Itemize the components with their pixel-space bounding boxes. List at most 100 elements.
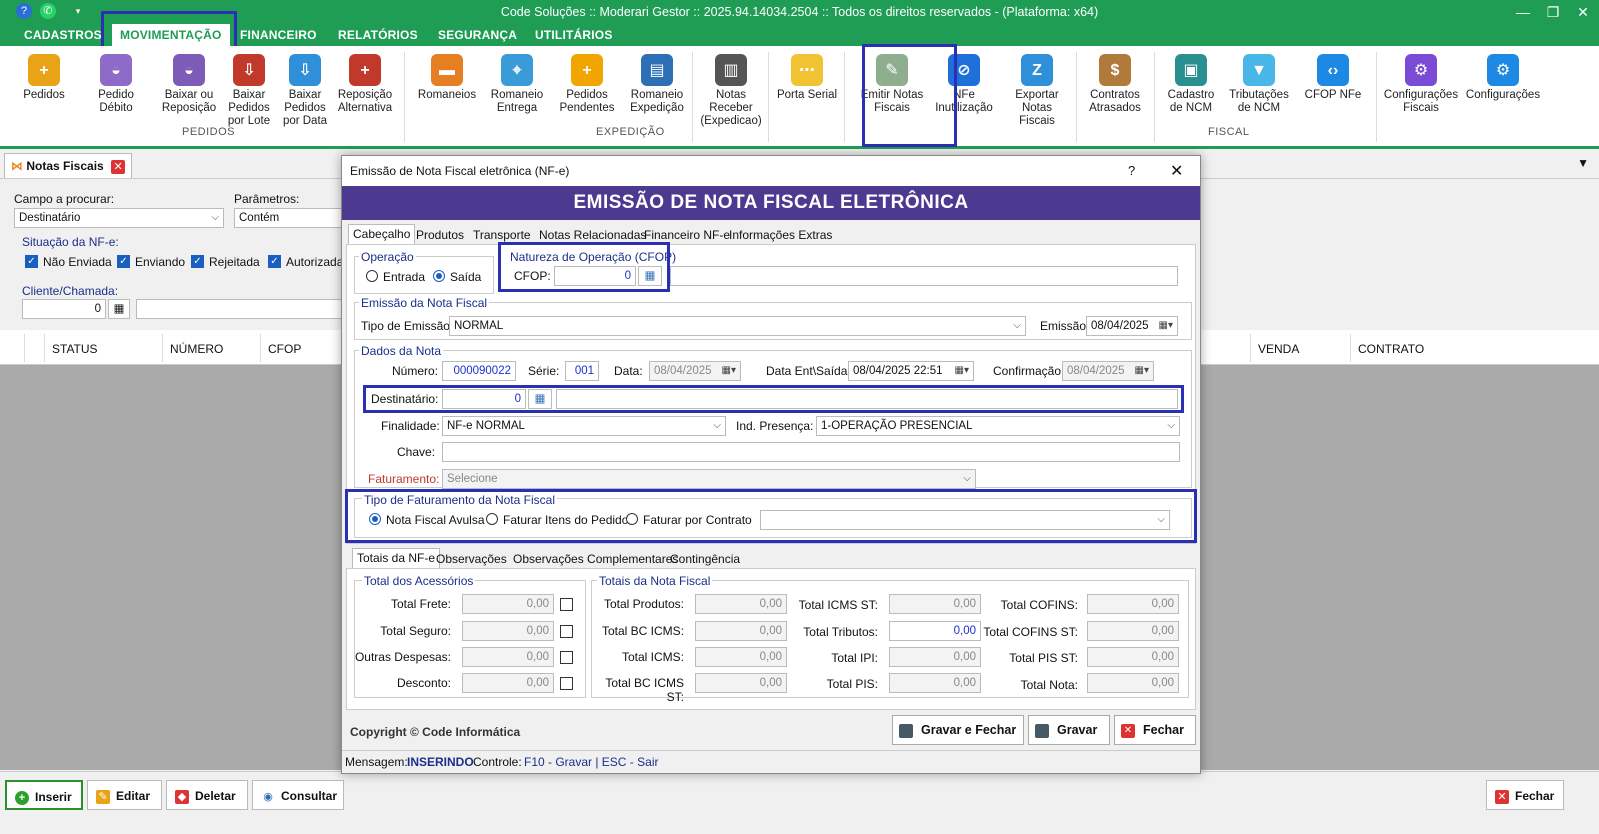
- ribbon-emitir-notas-fiscais[interactable]: ✎ Emitir Notas Fiscais: [858, 54, 926, 115]
- tab-notas-fiscais[interactable]: ⋈ Notas Fiscais ✕: [4, 153, 133, 178]
- data-entsaida-input[interactable]: 08/04/2025 22:51 ▦▾: [848, 361, 974, 381]
- cfop-input[interactable]: 0: [554, 266, 636, 286]
- calendar-icon[interactable]: ▦▾: [1159, 317, 1173, 335]
- total-seguro-checkbox[interactable]: [560, 625, 573, 638]
- outras-despesas-checkbox[interactable]: [560, 651, 573, 664]
- consultar-button[interactable]: ◉ Consultar: [252, 780, 344, 810]
- fechar-main-button[interactable]: ✕ Fechar: [1486, 780, 1564, 810]
- confirmacao-input[interactable]: 08/04/2025 ▦▾: [1062, 361, 1154, 381]
- ribbon-pedidos[interactable]: + Pedidos: [16, 54, 72, 102]
- ribbon-cadastro-ncm[interactable]: ▣ Cadastro de NCM: [1160, 54, 1222, 115]
- col-numero[interactable]: NÚMERO: [170, 342, 223, 356]
- inserir-button[interactable]: + Inserir: [5, 780, 83, 810]
- menu-relatorios[interactable]: RELATÓRIOS: [338, 28, 418, 42]
- tab-informacoes-extras[interactable]: Informações Extras: [729, 228, 832, 242]
- col-cfop[interactable]: CFOP: [268, 342, 301, 356]
- tab-produtos[interactable]: Produtos: [416, 228, 464, 242]
- total-pis-st-input[interactable]: 0,00: [1087, 647, 1179, 667]
- situacao-autorizada-checkbox[interactable]: ✓: [268, 255, 281, 268]
- maximize-icon[interactable]: ❐: [1538, 2, 1568, 22]
- col-venda[interactable]: VENDA: [1258, 342, 1299, 356]
- tab-transporte[interactable]: Transporte: [473, 228, 531, 242]
- serie-input[interactable]: 001: [565, 361, 599, 381]
- total-icms-st-input[interactable]: 0,00: [889, 594, 981, 614]
- total-frete-checkbox[interactable]: [560, 598, 573, 611]
- fat-contrato-radio[interactable]: [626, 513, 638, 525]
- total-bc-icms-input[interactable]: 0,00: [695, 621, 787, 641]
- ribbon-romaneios[interactable]: ▬ Romaneios: [416, 54, 478, 102]
- total-nota-input[interactable]: 0,00: [1087, 673, 1179, 693]
- ribbon-romaneio-entrega[interactable]: ⌖ Romaneio Entrega: [488, 54, 546, 115]
- ribbon-contratos-atrasados[interactable]: $ Contratos Atrasados: [1082, 54, 1148, 115]
- outras-despesas-input[interactable]: 0,00: [462, 647, 554, 667]
- total-cofins-input[interactable]: 0,00: [1087, 594, 1179, 614]
- ribbon-tributacoes-ncm[interactable]: ▼ Tributações de NCM: [1226, 54, 1292, 115]
- numero-input[interactable]: 000090022: [442, 361, 516, 381]
- gravar-button[interactable]: Gravar: [1028, 715, 1110, 745]
- tab-observacoes[interactable]: Observações: [436, 552, 507, 566]
- gravar-fechar-button[interactable]: Gravar e Fechar: [892, 715, 1024, 745]
- calendar-icon[interactable]: ▦▾: [1135, 362, 1149, 380]
- ribbon-pedidos-pendentes[interactable]: + Pedidos Pendentes: [556, 54, 618, 115]
- calendar-icon[interactable]: ▦▾: [955, 362, 969, 380]
- ribbon-cfop-nfe[interactable]: ‹› CFOP NFe: [1302, 54, 1364, 102]
- deletar-button[interactable]: ◆ Deletar: [166, 780, 248, 810]
- ribbon-baixar-reposicao[interactable]: ◒ Baixar ou Reposição: [154, 54, 224, 115]
- ribbon-baixar-lote[interactable]: ⇩ Baixar Pedidos por Lote: [222, 54, 276, 128]
- close-tab-icon[interactable]: ✕: [111, 159, 126, 174]
- operacao-entrada-radio[interactable]: [366, 270, 378, 282]
- ribbon-romaneio-expedicao[interactable]: ▤ Romaneio Expedição: [626, 54, 688, 115]
- total-bc-icms-st-input[interactable]: 0,00: [695, 673, 787, 693]
- tab-contingencia[interactable]: Contingência: [670, 552, 740, 566]
- destinatario-name-input[interactable]: [556, 389, 1178, 409]
- total-frete-input[interactable]: 0,00: [462, 594, 554, 614]
- faturamento-select[interactable]: Selecione ⌵: [442, 469, 976, 489]
- total-pis-input[interactable]: 0,00: [889, 673, 981, 693]
- desconto-input[interactable]: 0,00: [462, 673, 554, 693]
- ribbon-configuracoes[interactable]: ⚙ Configurações: [1464, 54, 1542, 102]
- col-contrato[interactable]: CONTRATO: [1358, 342, 1424, 356]
- ribbon-nfe-inutilizacao[interactable]: ⊘ NFe Inutilização: [934, 54, 994, 115]
- cliente-name-input[interactable]: [136, 299, 344, 319]
- campo-select[interactable]: Destinatário ⌵: [14, 208, 224, 228]
- minimize-icon[interactable]: —: [1508, 2, 1538, 22]
- tab-cabecalho[interactable]: Cabeçalho: [348, 224, 416, 245]
- tab-totais-nfe[interactable]: Totais da NF-e: [352, 548, 441, 569]
- total-ipi-input[interactable]: 0,00: [889, 647, 981, 667]
- tipo-emissao-select[interactable]: NORMAL ⌵: [449, 316, 1026, 336]
- destinatario-search-icon[interactable]: ▦: [528, 389, 552, 409]
- menu-cadastros[interactable]: CADASTROS: [24, 28, 102, 42]
- cfop-description-input[interactable]: [670, 266, 1178, 286]
- close-icon[interactable]: ✕: [1568, 2, 1598, 22]
- dialog-close-icon[interactable]: ✕: [1170, 161, 1183, 181]
- cfop-search-icon[interactable]: ▦: [638, 266, 662, 286]
- desconto-checkbox[interactable]: [560, 677, 573, 690]
- ribbon-reposicao-alternativa[interactable]: + Reposição Alternativa: [334, 54, 396, 115]
- total-produtos-input[interactable]: 0,00: [695, 594, 787, 614]
- fat-avulsa-radio[interactable]: [369, 513, 381, 525]
- total-icms-input[interactable]: 0,00: [695, 647, 787, 667]
- menu-seguranca[interactable]: SEGURANÇA: [438, 28, 517, 42]
- ribbon-baixar-data[interactable]: ⇩ Baixar Pedidos por Data: [278, 54, 332, 128]
- data-input[interactable]: 08/04/2025 ▦▾: [649, 361, 741, 381]
- menu-utilitarios[interactable]: UTILITÁRIOS: [535, 28, 613, 42]
- situacao-rejeitada-checkbox[interactable]: ✓: [191, 255, 204, 268]
- ribbon-notas-receber[interactable]: ▥ Notas Receber (Expedicao): [698, 54, 764, 128]
- chave-input[interactable]: [442, 442, 1180, 462]
- tab-observacoes-complementares[interactable]: Observações Complementares: [513, 552, 678, 566]
- parametros-select[interactable]: Contém: [234, 208, 344, 228]
- situacao-nao-enviada-checkbox[interactable]: ✓: [25, 255, 38, 268]
- total-seguro-input[interactable]: 0,00: [462, 621, 554, 641]
- dropdown-arrow-icon[interactable]: ▼: [1577, 156, 1589, 170]
- operacao-saida-radio[interactable]: [433, 270, 445, 282]
- fat-itens-radio[interactable]: [486, 513, 498, 525]
- ribbon-porta-serial[interactable]: ⋯ Porta Serial: [774, 54, 840, 102]
- finalidade-select[interactable]: NF-e NORMAL ⌵: [442, 416, 726, 436]
- contrato-select[interactable]: ⌵: [760, 510, 1170, 530]
- tab-notas-relacionadas[interactable]: Notas Relacionadas: [539, 228, 646, 242]
- ribbon-configuracoes-fiscais[interactable]: ⚙ Configurações Fiscais: [1382, 54, 1460, 115]
- ribbon-exportar-notas[interactable]: Z Exportar Notas Fiscais: [1006, 54, 1068, 128]
- cliente-code-input[interactable]: 0: [22, 299, 106, 319]
- ribbon-pedido-debito[interactable]: ◒ Pedido Débito: [86, 54, 146, 115]
- fechar-dialog-button[interactable]: ✕ Fechar: [1114, 715, 1196, 745]
